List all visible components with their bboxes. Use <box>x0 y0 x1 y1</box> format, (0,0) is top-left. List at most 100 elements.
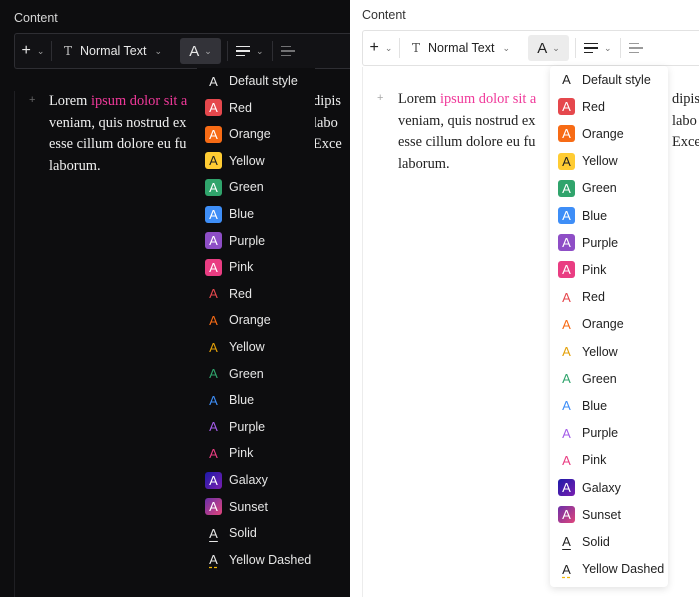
color-swatch-icon: A <box>209 73 218 89</box>
dark-theme-panel: Content + ⌄ T Normal Text ⌄ A ⌄ ⌄ + Lore… <box>0 0 350 597</box>
color-option-label: Galaxy <box>582 480 621 495</box>
text-run: Lorem <box>49 93 91 109</box>
color-option-filled-yellow[interactable]: A Yellow <box>205 152 265 170</box>
color-option-label: Default style <box>229 74 298 88</box>
color-option-gradient-galaxy[interactable]: A Galaxy <box>205 471 268 489</box>
color-swatch-icon: A <box>558 152 575 170</box>
color-option-text-green[interactable]: A Green <box>558 370 617 387</box>
color-option-gradient-sunset[interactable]: A Sunset <box>205 498 268 516</box>
color-option-filled-pink[interactable]: A Pink <box>205 258 254 276</box>
text-line: laborum. <box>49 157 101 174</box>
text-style-dropdown[interactable]: T Normal Text ⌄ <box>400 31 522 65</box>
color-option-text-red[interactable]: A Red <box>205 285 252 302</box>
color-option-filled-red[interactable]: A Red <box>205 99 252 117</box>
color-swatch-icon: A <box>558 479 575 496</box>
text-style-label: Normal Text <box>428 41 495 55</box>
color-option-label: Red <box>229 100 252 115</box>
editor-content[interactable]: Lorem ipsum dolor sit a veniam, quis nos… <box>49 91 187 177</box>
color-swatch-icon: A <box>562 561 571 577</box>
editor-toolbar: + ⌄ T Normal Text ⌄ A ⌄ ⌄ <box>362 30 699 66</box>
color-option-filled-pink[interactable]: A Pink <box>558 261 606 279</box>
color-option-gradient-galaxy[interactable]: A Galaxy <box>558 479 621 496</box>
alignment-button[interactable]: ⌄ <box>228 34 272 68</box>
color-option-label: Purple <box>582 426 619 441</box>
align-left-icon <box>236 45 251 57</box>
color-option-filled-green[interactable]: A Green <box>205 178 264 196</box>
text-fragment: labo <box>313 114 338 131</box>
indent-button[interactable] <box>621 31 643 65</box>
color-option-filled-purple[interactable]: A Purple <box>558 234 618 252</box>
text-icon: T <box>412 41 421 55</box>
section-label: Content <box>362 8 406 22</box>
text-line: laborum. <box>398 155 450 172</box>
color-option-text-yellow[interactable]: A Yellow <box>205 339 265 356</box>
editor-content[interactable]: Lorem ipsum dolor sit a veniam, quis nos… <box>398 89 536 175</box>
add-block-icon[interactable]: + <box>377 92 383 104</box>
text-color-icon: A <box>537 39 548 57</box>
text-line: esse cillum dolore eu fu <box>49 136 187 152</box>
color-option-underline-solid[interactable]: A Solid <box>205 525 257 542</box>
color-option-label: Pink <box>229 260 254 275</box>
color-option-label: Yellow <box>229 340 265 354</box>
color-option-underline-solid[interactable]: A Solid <box>558 533 610 550</box>
add-block-icon[interactable]: + <box>29 94 35 106</box>
color-option-filled-orange[interactable]: A Orange <box>558 125 624 143</box>
color-option-text-blue[interactable]: A Blue <box>558 397 607 414</box>
color-option-filled-green[interactable]: A Green <box>558 179 617 197</box>
color-option-plain-default-style[interactable]: A Default style <box>205 73 298 90</box>
color-option-label: Solid <box>582 534 610 549</box>
color-swatch-icon: A <box>205 152 222 170</box>
color-swatch-icon: A <box>562 72 571 87</box>
insert-button[interactable]: + ⌄ <box>363 31 399 65</box>
color-option-text-yellow[interactable]: A Yellow <box>558 343 618 360</box>
color-option-filled-orange[interactable]: A Orange <box>205 125 271 143</box>
color-swatch-icon: A <box>558 98 575 116</box>
text-run: Lorem <box>398 91 440 107</box>
plus-icon: + <box>369 39 379 56</box>
color-option-filled-purple[interactable]: A Purple <box>205 232 265 250</box>
alignment-button[interactable]: ⌄ <box>576 31 620 65</box>
color-option-label: Blue <box>582 208 608 223</box>
color-option-label: Green <box>582 181 617 196</box>
color-option-text-purple[interactable]: A Purple <box>558 425 618 442</box>
color-option-text-blue[interactable]: A Blue <box>205 392 254 409</box>
color-swatch-icon: A <box>562 534 571 550</box>
color-option-text-orange[interactable]: A Orange <box>558 316 624 333</box>
color-option-label: Orange <box>229 127 271 142</box>
color-option-label: Yellow <box>582 154 618 169</box>
indent-button[interactable] <box>273 34 295 68</box>
text-fragment: dipis <box>672 91 699 107</box>
color-option-filled-red[interactable]: A Red <box>558 98 605 116</box>
color-option-filled-blue[interactable]: A Blue <box>205 205 254 223</box>
color-option-text-orange[interactable]: A Orange <box>205 312 271 329</box>
insert-button[interactable]: + ⌄ <box>15 34 51 68</box>
text-style-label: Normal Text <box>80 44 147 58</box>
color-option-label: Yellow Dashed <box>229 552 312 567</box>
indent-icon <box>280 45 295 57</box>
color-option-text-pink[interactable]: A Pink <box>558 452 606 469</box>
color-option-plain-default-style[interactable]: A Default style <box>558 71 651 88</box>
text-style-dropdown[interactable]: T Normal Text ⌄ <box>52 34 174 68</box>
color-option-gradient-sunset[interactable]: A Sunset <box>558 506 621 524</box>
text-color-button[interactable]: A ⌄ <box>180 38 222 64</box>
text-line: veniam, quis nostrud ex <box>49 114 187 131</box>
text-color-menu: A Default style A Red A Orange A Yellow A Green A B… <box>197 68 315 578</box>
color-swatch-icon: A <box>209 366 218 382</box>
color-swatch-icon: A <box>558 125 575 143</box>
color-option-label: Green <box>229 180 264 195</box>
color-option-text-purple[interactable]: A Purple <box>205 418 265 435</box>
color-swatch-icon: A <box>209 392 218 408</box>
text-color-button[interactable]: A ⌄ <box>528 35 570 61</box>
color-option-dashed-yellow-dashed[interactable]: A Yellow Dashed <box>205 551 311 568</box>
color-swatch-icon: A <box>562 398 571 414</box>
color-option-text-green[interactable]: A Green <box>205 365 264 382</box>
color-option-filled-yellow[interactable]: A Yellow <box>558 152 618 170</box>
color-option-text-pink[interactable]: A Pink <box>205 445 253 462</box>
color-swatch-icon: A <box>562 316 571 332</box>
color-option-dashed-yellow-dashed[interactable]: A Yellow Dashed <box>558 561 664 578</box>
color-option-label: Orange <box>582 317 624 332</box>
chevron-down-icon: ⌄ <box>204 45 212 56</box>
color-option-filled-blue[interactable]: A Blue <box>558 207 607 224</box>
light-theme-panel: Content + ⌄ T Normal Text ⌄ A ⌄ ⌄ + Lore… <box>350 0 699 597</box>
color-option-text-red[interactable]: A Red <box>558 289 605 306</box>
